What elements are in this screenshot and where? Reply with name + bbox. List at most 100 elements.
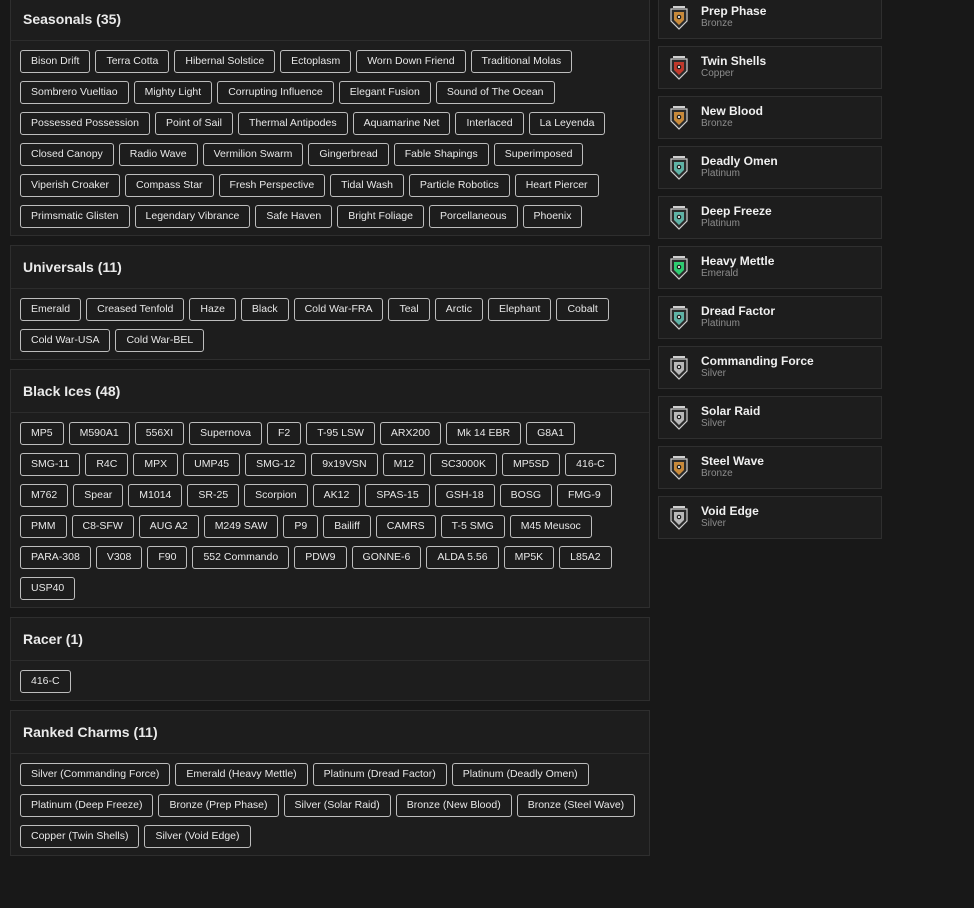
charm-tag-spas-15[interactable]: SPAS-15: [365, 484, 430, 507]
charm-tag-worn-down-friend[interactable]: Worn Down Friend: [356, 50, 466, 73]
charm-tag-p9[interactable]: P9: [283, 515, 319, 538]
charm-tag-aquamarine-net[interactable]: Aquamarine Net: [352, 112, 451, 135]
charm-tag-smg-12[interactable]: SMG-12: [245, 453, 307, 476]
charm-tag-spear[interactable]: Spear: [73, 484, 124, 507]
charm-tag-platinum-deep-freeze[interactable]: Platinum (Deep Freeze): [20, 794, 154, 817]
charm-tag-scorpion[interactable]: Scorpion: [244, 484, 308, 507]
charm-tag-mp5sd[interactable]: MP5SD: [501, 453, 561, 476]
charm-card-prep-phase[interactable]: Prep Phase Bronze: [658, 0, 882, 39]
charm-card-new-blood[interactable]: New Blood Bronze: [658, 96, 882, 139]
charm-card-solar-raid[interactable]: Solar Raid Silver: [658, 396, 882, 439]
charm-tag-m1014[interactable]: M1014: [128, 484, 183, 507]
charm-tag-phoenix[interactable]: Phoenix: [522, 205, 583, 228]
charm-tag-terra-cotta[interactable]: Terra Cotta: [95, 50, 170, 73]
charm-tag-r4c[interactable]: R4C: [85, 453, 129, 476]
charm-tag-supernova[interactable]: Supernova: [189, 422, 262, 445]
charm-tag-teal[interactable]: Teal: [388, 298, 430, 321]
charm-tag-silver-commanding-force[interactable]: Silver (Commanding Force): [20, 763, 171, 786]
charm-tag-ump45[interactable]: UMP45: [183, 453, 241, 476]
charm-card-deadly-omen[interactable]: Deadly Omen Platinum: [658, 146, 882, 189]
charm-tag-c8-sfw[interactable]: C8-SFW: [71, 515, 134, 538]
charm-tag-usp40[interactable]: USP40: [20, 577, 76, 600]
charm-tag-possessed-possession[interactable]: Possessed Possession: [20, 112, 150, 135]
charm-tag-9x19vsn[interactable]: 9x19VSN: [311, 453, 378, 476]
charm-tag-porcellaneous[interactable]: Porcellaneous: [428, 205, 518, 228]
charm-tag-silver-solar-raid[interactable]: Silver (Solar Raid): [283, 794, 391, 817]
charm-tag-elephant[interactable]: Elephant: [487, 298, 552, 321]
charm-tag-g8a1[interactable]: G8A1: [526, 422, 575, 445]
charm-tag-camrs[interactable]: CAMRS: [375, 515, 436, 538]
charm-tag-cold-war-fra[interactable]: Cold War-FRA: [293, 298, 384, 321]
charm-tag-cobalt[interactable]: Cobalt: [556, 298, 609, 321]
charm-tag-m762[interactable]: M762: [20, 484, 69, 507]
charm-card-commanding-force[interactable]: Commanding Force Silver: [658, 346, 882, 389]
charm-tag-aug-a2[interactable]: AUG A2: [138, 515, 199, 538]
charm-tag-closed-canopy[interactable]: Closed Canopy: [20, 143, 114, 166]
charm-tag-haze[interactable]: Haze: [189, 298, 236, 321]
charm-tag-superimposed[interactable]: Superimposed: [493, 143, 584, 166]
charm-tag-556xi[interactable]: 556XI: [134, 422, 185, 445]
charm-tag-bailiff[interactable]: Bailiff: [323, 515, 371, 538]
charm-tag-bosg[interactable]: BOSG: [499, 484, 553, 507]
charm-tag-sr-25[interactable]: SR-25: [187, 484, 240, 507]
charm-tag-arx200[interactable]: ARX200: [379, 422, 442, 445]
charm-tag-point-of-sail[interactable]: Point of Sail: [154, 112, 234, 135]
charm-tag-vermilion-swarm[interactable]: Vermilion Swarm: [202, 143, 304, 166]
charm-tag-primsmatic-glisten[interactable]: Primsmatic Glisten: [20, 205, 130, 228]
charm-card-twin-shells[interactable]: Twin Shells Copper: [658, 46, 882, 89]
charm-tag-ak12[interactable]: AK12: [312, 484, 361, 507]
charm-tag-platinum-deadly-omen[interactable]: Platinum (Deadly Omen): [451, 763, 589, 786]
charm-tag-mp5[interactable]: MP5: [20, 422, 64, 445]
charm-tag-pmm[interactable]: PMM: [20, 515, 67, 538]
charm-tag-hibernal-solstice[interactable]: Hibernal Solstice: [174, 50, 276, 73]
charm-tag-emerald-heavy-mettle[interactable]: Emerald (Heavy Mettle): [175, 763, 308, 786]
charm-tag-sc3000k[interactable]: SC3000K: [430, 453, 497, 476]
charm-tag-mpx[interactable]: MPX: [133, 453, 179, 476]
charm-tag-gingerbread[interactable]: Gingerbread: [308, 143, 389, 166]
charm-tag-emerald[interactable]: Emerald: [20, 298, 82, 321]
charm-tag-bison-drift[interactable]: Bison Drift: [20, 50, 91, 73]
charm-tag-bronze-new-blood[interactable]: Bronze (New Blood): [395, 794, 512, 817]
charm-tag-alda-5-56[interactable]: ALDA 5.56: [426, 546, 499, 569]
charm-tag-t-95-lsw[interactable]: T-95 LSW: [306, 422, 375, 445]
charm-tag-fable-shapings[interactable]: Fable Shapings: [393, 143, 489, 166]
charm-tag-legendary-vibrance[interactable]: Legendary Vibrance: [134, 205, 251, 228]
charm-tag-gonne-6[interactable]: GONNE-6: [351, 546, 422, 569]
charm-tag-m590a1[interactable]: M590A1: [68, 422, 130, 445]
charm-card-void-edge[interactable]: Void Edge Silver: [658, 496, 882, 539]
charm-tag-ectoplasm[interactable]: Ectoplasm: [280, 50, 352, 73]
charm-tag-la-leyenda[interactable]: La Leyenda: [528, 112, 606, 135]
charm-tag-mk-14-ebr[interactable]: Mk 14 EBR: [446, 422, 522, 445]
charm-tag-v308[interactable]: V308: [95, 546, 143, 569]
charm-tag-bright-foliage[interactable]: Bright Foliage: [337, 205, 424, 228]
charm-tag-viperish-croaker[interactable]: Viperish Croaker: [20, 174, 121, 197]
charm-tag-fresh-perspective[interactable]: Fresh Perspective: [218, 174, 326, 197]
charm-card-steel-wave[interactable]: Steel Wave Bronze: [658, 446, 882, 489]
charm-tag-f90[interactable]: F90: [147, 546, 188, 569]
charm-tag-mp5k[interactable]: MP5K: [503, 546, 555, 569]
charm-tag-cold-war-usa[interactable]: Cold War-USA: [20, 329, 111, 352]
charm-tag-bronze-prep-phase[interactable]: Bronze (Prep Phase): [158, 794, 279, 817]
charm-tag-copper-twin-shells[interactable]: Copper (Twin Shells): [20, 825, 140, 848]
charm-tag-creased-tenfold[interactable]: Creased Tenfold: [86, 298, 185, 321]
charm-card-deep-freeze[interactable]: Deep Freeze Platinum: [658, 196, 882, 239]
charm-tag-l85a2[interactable]: L85A2: [559, 546, 612, 569]
charm-tag-elegant-fusion[interactable]: Elegant Fusion: [338, 81, 431, 104]
charm-tag-416-c[interactable]: 416-C: [20, 670, 71, 693]
charm-tag-sound-of-the-ocean[interactable]: Sound of The Ocean: [435, 81, 555, 104]
charm-tag-heart-piercer[interactable]: Heart Piercer: [514, 174, 599, 197]
charm-tag-416-c[interactable]: 416-C: [565, 453, 616, 476]
charm-tag-arctic[interactable]: Arctic: [434, 298, 483, 321]
charm-tag-platinum-dread-factor[interactable]: Platinum (Dread Factor): [312, 763, 447, 786]
charm-card-heavy-mettle[interactable]: Heavy Mettle Emerald: [658, 246, 882, 289]
charm-card-dread-factor[interactable]: Dread Factor Platinum: [658, 296, 882, 339]
charm-tag-t-5-smg[interactable]: T-5 SMG: [440, 515, 505, 538]
charm-tag-traditional-molas[interactable]: Traditional Molas: [470, 50, 573, 73]
charm-tag-safe-haven[interactable]: Safe Haven: [255, 205, 333, 228]
charm-tag-gsh-18[interactable]: GSH-18: [434, 484, 495, 507]
charm-tag-m45-meusoc[interactable]: M45 Meusoc: [509, 515, 592, 538]
charm-tag-mighty-light[interactable]: Mighty Light: [133, 81, 213, 104]
charm-tag-fmg-9[interactable]: FMG-9: [557, 484, 612, 507]
charm-tag-para-308[interactable]: PARA-308: [20, 546, 91, 569]
charm-tag-552-commando[interactable]: 552 Commando: [192, 546, 290, 569]
